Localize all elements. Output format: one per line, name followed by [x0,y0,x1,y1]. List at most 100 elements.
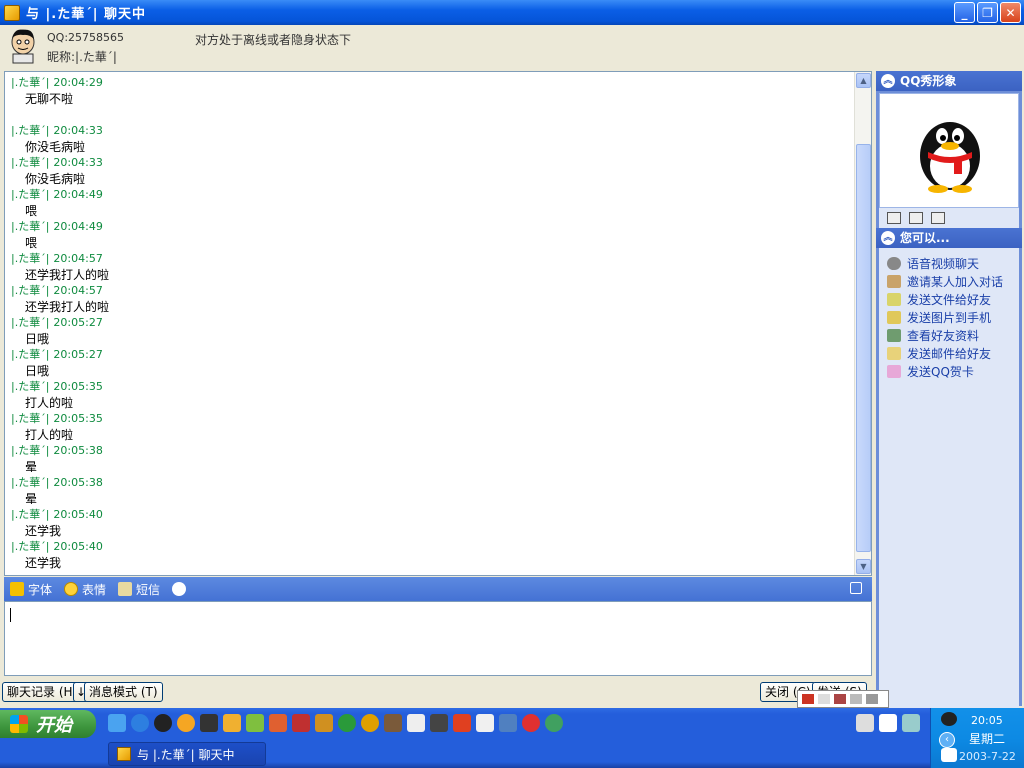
action-send-picture-phone[interactable]: 发送图片到手机 [879,308,1019,326]
action-voice-video[interactable]: 语音视频聊天 [879,254,1019,272]
network-icon[interactable] [246,714,264,732]
notepad-icon[interactable] [476,714,494,732]
minimize-button[interactable]: _ [954,2,975,23]
chat-history[interactable]: |.た華ˊ| 20:04:29 无聊不啦 |.た華ˊ| 20:04:33 你没毛病啦 |.た… [4,71,872,576]
message-header: |.た華ˊ| 20:05:27 [11,347,851,363]
ie-icon[interactable] [131,714,149,732]
message-mode-button[interactable]: 消息模式 (T) [84,682,163,702]
message-text: 日哦 [25,364,50,378]
app-icon[interactable] [430,714,448,732]
sender-name: |.た華ˊ| [11,412,50,425]
action-invite[interactable]: 邀请某人加入对话 [879,272,1019,290]
message-input[interactable] [4,601,872,676]
toggle-panel-icon[interactable] [850,582,862,594]
clock-day: 星期二 [969,732,1006,746]
clock-time[interactable]: 20:05 [971,714,1003,727]
more-button[interactable] [172,582,190,596]
sms-label: 短信 [136,582,161,597]
right-panel: ︽ QQ秀形象 ︽ 您可以... 语音视频聊天 邀请某人加入对话 发送文件给好友… [876,71,1022,718]
penguin-icon [920,122,980,193]
frame-icon[interactable] [887,212,901,224]
app-icon[interactable] [856,714,874,732]
message-time: 20:05:27 [53,316,103,329]
scrollbar-thumb[interactable] [856,144,871,552]
app-icon[interactable] [902,714,920,732]
ime-toolbar[interactable] [797,690,889,708]
message-time: 20:04:33 [53,124,103,137]
action-send-mail[interactable]: 发送邮件给好友 [879,344,1019,362]
app-icon[interactable] [315,714,333,732]
action-label: 发送QQ贺卡 [907,364,974,379]
chat-scrollbar[interactable]: ▲ ▼ [854,72,871,575]
start-label: 开始 [36,715,72,736]
app-icon[interactable] [407,714,425,732]
contact-header: QQ:25758565 昵称:|.た華ˊ| 对方处于离线或者隐身状态下 [0,25,1024,69]
speech-bubble-icon [172,582,187,596]
qq-show-header[interactable]: ︽ QQ秀形象 [876,71,1022,91]
ime-mode-icon[interactable] [802,694,814,704]
message-text: 打人的啦 [25,428,74,442]
ime-punct-icon[interactable] [818,694,830,704]
action-send-file[interactable]: 发送文件给好友 [879,290,1019,308]
message-time: 20:05:27 [53,348,103,361]
contact-avatar[interactable] [5,28,41,64]
collapse-icon[interactable]: ︽ [881,74,895,88]
qq-show-tools [879,208,1019,228]
sender-name: |.た華ˊ| [11,508,50,521]
text-caret [10,608,11,622]
message-text: 还学我打人的啦 [25,300,110,314]
chat-history-button[interactable]: 聊天记录 (H) [2,682,83,702]
flashget-icon[interactable] [223,714,241,732]
message-header: |.た華ˊ| 20:04:33 [11,155,851,171]
app-icon[interactable] [338,714,356,732]
sms-button[interactable]: 短信 [118,581,160,598]
qq-app-icon [4,4,20,21]
emoticon-button[interactable]: 表情 [64,581,106,598]
keyboard-icon[interactable] [850,694,862,704]
app-icon[interactable] [108,714,126,732]
phone-icon [887,310,901,324]
close-button[interactable]: ✕ [1000,2,1021,23]
taskbar-chat-window[interactable]: 与 |.た華ˊ| 聊天中 [108,742,266,766]
emoticon-label: 表情 [82,582,107,597]
mail-icon [887,346,901,360]
ime-shape-icon[interactable] [834,694,846,704]
scroll-down-icon[interactable]: ▼ [856,559,871,574]
message-text: 晕 [25,492,38,506]
message-time: 20:04:49 [53,220,103,233]
start-button[interactable]: 开始 [0,710,96,738]
app-icon[interactable] [522,714,540,732]
message-text: 你没毛病啦 [25,140,86,154]
ime-menu-icon[interactable] [866,694,878,704]
qq-show-image[interactable] [879,93,1019,208]
collapse-icon[interactable]: ︽ [881,231,895,245]
qq-tray-icon[interactable] [941,712,957,726]
message-header: |.た華ˊ| 20:04:29 [11,75,851,91]
message-text: 你没毛病啦 [25,172,86,186]
wand-icon[interactable] [931,212,945,224]
app-icon[interactable] [361,714,379,732]
scroll-up-icon[interactable]: ▲ [856,73,871,88]
chart-icon[interactable] [909,212,923,224]
action-view-profile[interactable]: 查看好友资料 [879,326,1019,344]
show-hidden-icons-icon[interactable]: ‹ [939,732,955,748]
message-text: 无聊不啦 [25,92,74,106]
player-icon[interactable] [177,714,195,732]
ime-tray-icon[interactable] [941,748,957,762]
app-icon[interactable] [545,714,563,732]
font-icon [10,582,24,596]
app-icon[interactable] [384,714,402,732]
app-icon[interactable] [292,714,310,732]
film-icon[interactable] [200,714,218,732]
can-do-header[interactable]: ︽ 您可以... [876,228,1022,248]
window-title: 与 |.た華ˊ| 聊天中 [26,7,146,22]
app-icon[interactable] [453,714,471,732]
help-icon[interactable] [879,714,897,732]
qq-icon[interactable] [154,714,172,732]
maximize-button[interactable]: ❐ [977,2,998,23]
title-bar[interactable]: 与 |.た華ˊ| 聊天中 _ ❐ ✕ [0,0,1024,25]
font-button[interactable]: 字体 [10,581,52,598]
action-send-card[interactable]: 发送QQ贺卡 [879,362,1019,380]
app-icon[interactable] [269,714,287,732]
app-icon[interactable] [499,714,517,732]
